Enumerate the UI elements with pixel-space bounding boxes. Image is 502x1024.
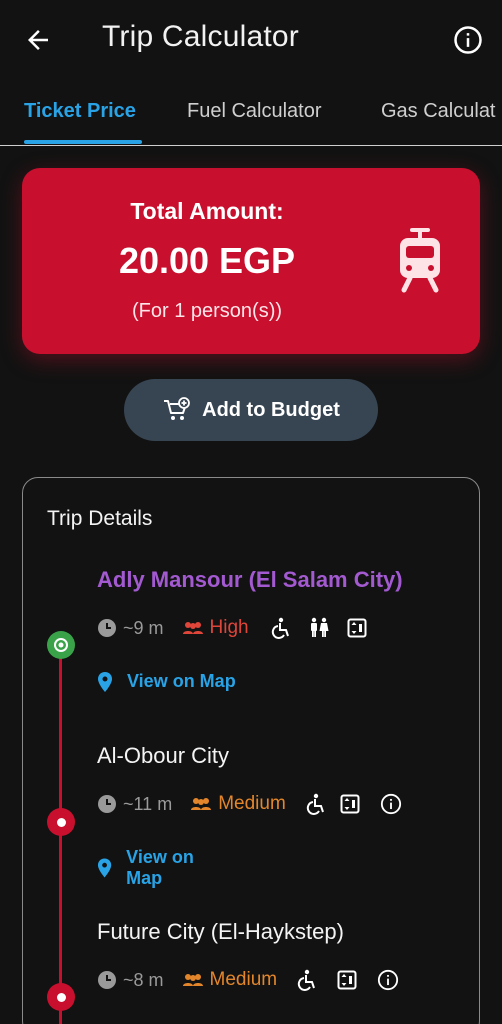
view-on-map-label: View on Map bbox=[127, 671, 236, 691]
view-on-map-link[interactable]: View on Map bbox=[97, 671, 236, 692]
station-meta-row: ~9 m High bbox=[97, 617, 367, 639]
station-name: Al-Obour City bbox=[97, 743, 230, 768]
active-tab-indicator bbox=[24, 140, 142, 144]
back-button[interactable] bbox=[20, 22, 56, 58]
info-icon bbox=[454, 26, 482, 54]
travel-time: ~9 m bbox=[97, 618, 164, 639]
travel-time-text: ~11 m bbox=[123, 793, 173, 814]
tram-icon bbox=[400, 228, 440, 293]
restroom-icon bbox=[309, 617, 329, 639]
station-item: Al-Obour City ~11 m Medium View on Map bbox=[97, 743, 401, 888]
tab-fuel-calculator[interactable]: Fuel Calculator bbox=[187, 100, 322, 123]
station-name: Adly Mansour (El Salam City) bbox=[97, 567, 403, 592]
info-button[interactable] bbox=[450, 22, 486, 58]
crowd-level-text: Medium bbox=[209, 969, 278, 990]
location-target-icon bbox=[54, 638, 68, 652]
station-meta-row: ~11 m Medium bbox=[97, 793, 402, 815]
add-to-budget-label: Add to Budget bbox=[202, 398, 340, 421]
clock-icon bbox=[98, 795, 116, 813]
elevator-icon bbox=[337, 970, 357, 990]
trip-details-title: Trip Details bbox=[47, 507, 153, 530]
station-meta-row: ~8 m Medium bbox=[97, 969, 399, 991]
crowd-level: Medium bbox=[190, 793, 286, 815]
crowd-level: High bbox=[182, 617, 249, 639]
total-amount-label: Total Amount: bbox=[130, 198, 284, 224]
view-on-map-label: View on Map bbox=[126, 847, 194, 888]
station-item: Adly Mansour (El Salam City) ~9 m High V… bbox=[97, 567, 403, 692]
station-marker bbox=[47, 808, 75, 836]
wheelchair-icon bbox=[271, 617, 291, 639]
station-item: Future City (El-Haykstep) ~8 m Medium bbox=[97, 919, 399, 991]
people-icon bbox=[182, 622, 203, 634]
wheelchair-icon bbox=[297, 969, 317, 991]
tab-ticket-price[interactable]: Ticket Price bbox=[24, 100, 136, 123]
start-station-marker bbox=[47, 631, 75, 659]
travel-time: ~11 m bbox=[97, 794, 172, 815]
clock-icon bbox=[98, 619, 116, 637]
wheelchair-icon bbox=[306, 793, 326, 815]
total-amount-card: Total Amount: 20.00 EGP (For 1 person(s)… bbox=[22, 168, 480, 354]
info-icon bbox=[380, 793, 402, 815]
cart-add-icon bbox=[164, 397, 191, 420]
page-title: Trip Calculator bbox=[102, 20, 299, 53]
location-pin-icon bbox=[97, 858, 112, 878]
clock-icon bbox=[98, 971, 116, 989]
station-name: Future City (El-Haykstep) bbox=[97, 919, 344, 944]
travel-time-text: ~9 m bbox=[123, 617, 164, 638]
crowd-level: Medium bbox=[182, 969, 278, 991]
elevator-icon bbox=[347, 618, 367, 638]
tab-gas-calculator[interactable]: Gas Calculat bbox=[381, 100, 496, 123]
tab-bar: Ticket Price Fuel Calculator Gas Calcula… bbox=[0, 82, 502, 146]
add-to-budget-button[interactable]: Add to Budget bbox=[124, 379, 378, 441]
travel-time-text: ~8 m bbox=[123, 969, 164, 990]
arrow-left-icon bbox=[28, 30, 48, 50]
route-line bbox=[59, 658, 62, 1024]
crowd-level-text: High bbox=[209, 617, 249, 638]
persons-count: (For 1 person(s)) bbox=[131, 300, 283, 322]
info-icon bbox=[377, 969, 399, 991]
location-pin-icon bbox=[98, 671, 112, 692]
total-amount-value: 20.00 EGP bbox=[118, 240, 296, 281]
trip-details-card: Trip Details Adly Mansour (El Salam City… bbox=[22, 477, 480, 1024]
travel-time: ~8 m bbox=[97, 970, 164, 991]
crowd-level-text: Medium bbox=[218, 793, 286, 814]
station-marker bbox=[47, 983, 75, 1011]
elevator-icon bbox=[340, 794, 360, 814]
app-bar: Trip Calculator bbox=[0, 0, 502, 82]
view-on-map-link[interactable]: View on Map bbox=[97, 847, 229, 889]
people-icon bbox=[191, 798, 212, 810]
people-icon bbox=[182, 974, 203, 986]
